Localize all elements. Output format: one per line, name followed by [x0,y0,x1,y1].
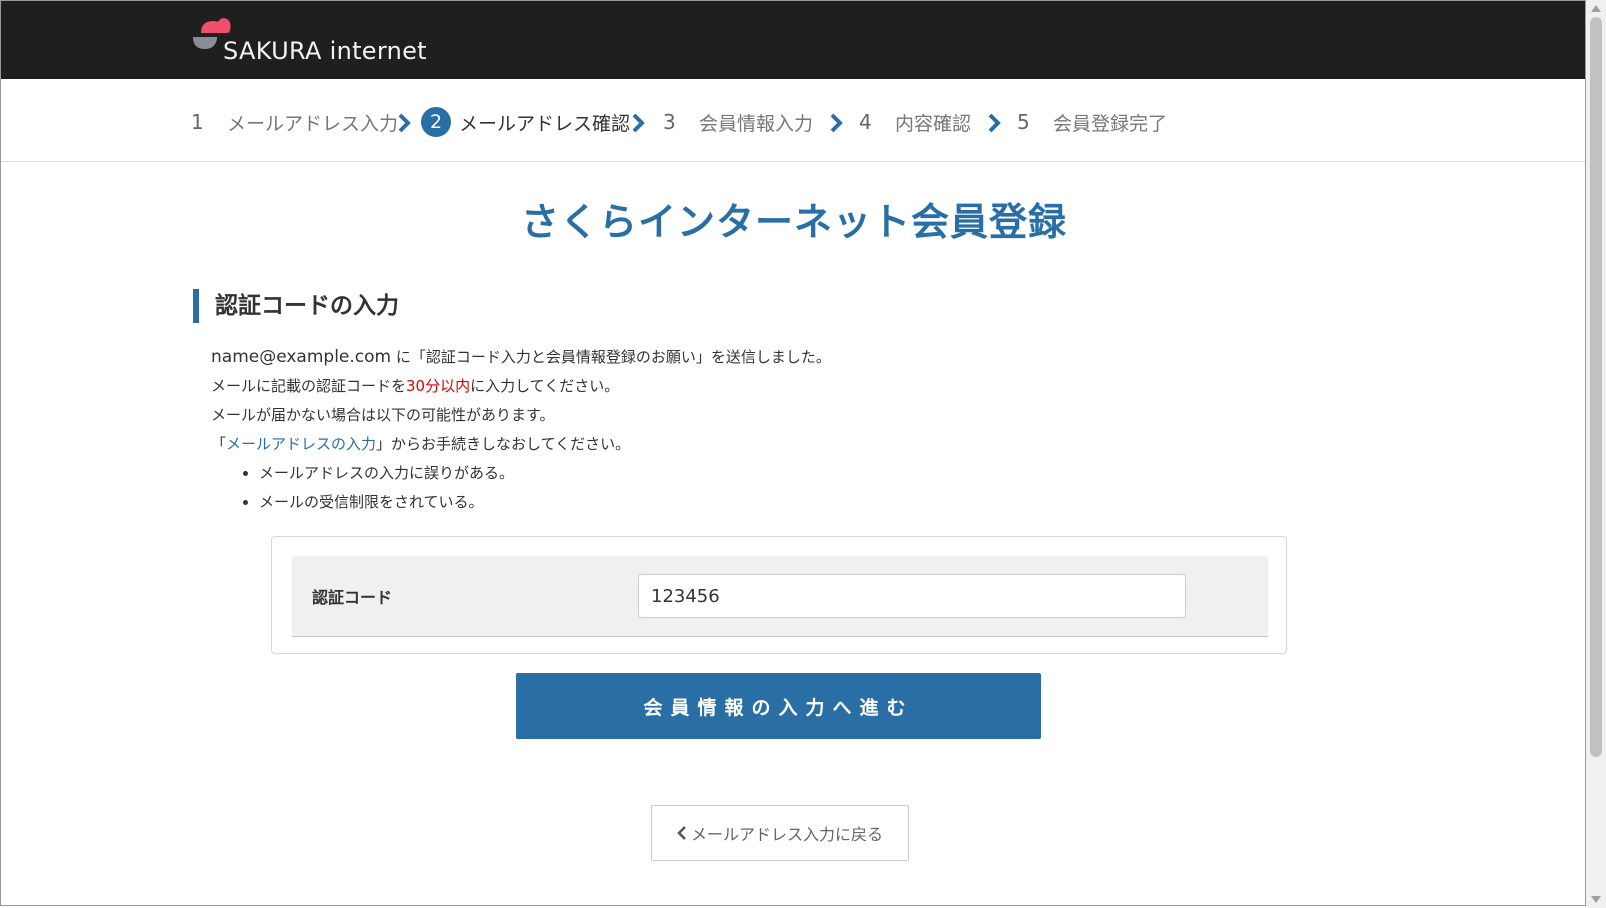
step-number: 2 [421,107,451,137]
chevron-left-icon [677,826,686,840]
list-item: メールの受信制限をされている。 [259,488,1311,517]
vertical-scrollbar[interactable] [1586,0,1606,908]
scroll-up-icon[interactable] [1591,5,1601,12]
scroll-down-icon[interactable] [1591,896,1601,903]
step-4: 4 内容確認 [859,106,971,138]
step-number: 3 [663,110,676,134]
code-form-row: 認証コード [292,556,1268,637]
time-limit-highlight: 30分以内 [406,377,471,395]
instruction-line-1: name@example.com に「認証コード入力と会員情報登録のお願い」を送… [211,343,1311,372]
step-number: 1 [191,110,204,134]
instruction-text: メールに記載の認証コードを [211,377,407,395]
chevron-right-icon [632,113,645,133]
browser-viewport: SAKURA internet 1 メールアドレス入力 2 メールアドレス確認 … [0,0,1586,906]
instruction-text: に入力してください。 [470,377,620,395]
step-3: 3 会員情報入力 [663,106,813,138]
instruction-line-2: メールに記載の認証コードを30分以内に入力してください。 [211,372,1311,401]
chevron-right-icon [988,113,1001,133]
step-5: 5 会員登録完了 [1017,106,1167,138]
step-label: 会員登録完了 [1053,112,1168,135]
registration-steps: 1 メールアドレス入力 2 メールアドレス確認 3 会員情報入力 4 内容確認 … [1,80,1585,162]
code-label: 認証コード [312,588,393,607]
list-item: メールアドレスの入力に誤りがある。 [259,459,1311,488]
back-button-label: メールアドレス入力に戻る [690,825,883,844]
back-button[interactable]: メールアドレス入力に戻る [651,805,909,861]
page-title: さくらインターネット会員登録 [520,200,1067,244]
code-input[interactable] [638,574,1186,618]
step-label: 内容確認 [895,112,972,135]
chevron-right-icon [398,113,411,133]
chevron-right-icon [830,113,843,133]
logo-text: SAKURA internet [223,37,427,65]
email-input-link[interactable]: メールアドレスの入力 [226,435,376,453]
instructions: name@example.com に「認証コード入力と会員情報登録のお願い」を送… [211,343,1311,517]
step-2: 2 メールアドレス確認 [421,106,630,138]
code-form: 認証コード [271,536,1287,654]
email-address: name@example.com [211,347,392,367]
instruction-text: に「認証コード入力と会員情報登録のお願い」を送信しました。 [391,348,831,366]
instruction-line-4: 「メールアドレスの入力」からお手続きしなおしてください。 [211,430,1311,459]
step-1: 1 メールアドレス入力 [191,106,398,138]
step-label: メールアドレス確認 [459,112,631,135]
instruction-text: 」からお手続きしなおしてください。 [376,435,631,453]
section-heading: 認証コードの入力 [193,289,399,323]
scroll-thumb[interactable] [1590,17,1602,757]
step-label: メールアドレス入力 [227,112,399,135]
submit-button[interactable]: 会員情報の入力へ進む [516,673,1041,739]
step-number: 5 [1017,110,1030,134]
possible-causes-list: メールアドレスの入力に誤りがある。 メールの受信制限をされている。 [211,459,1311,517]
instruction-line-3: メールが届かない場合は以下の可能性があります。 [211,406,555,424]
step-number: 4 [859,110,872,134]
site-header: SAKURA internet [1,1,1585,79]
step-label: 会員情報入力 [699,112,814,135]
bracket-open: 「 [211,435,227,453]
